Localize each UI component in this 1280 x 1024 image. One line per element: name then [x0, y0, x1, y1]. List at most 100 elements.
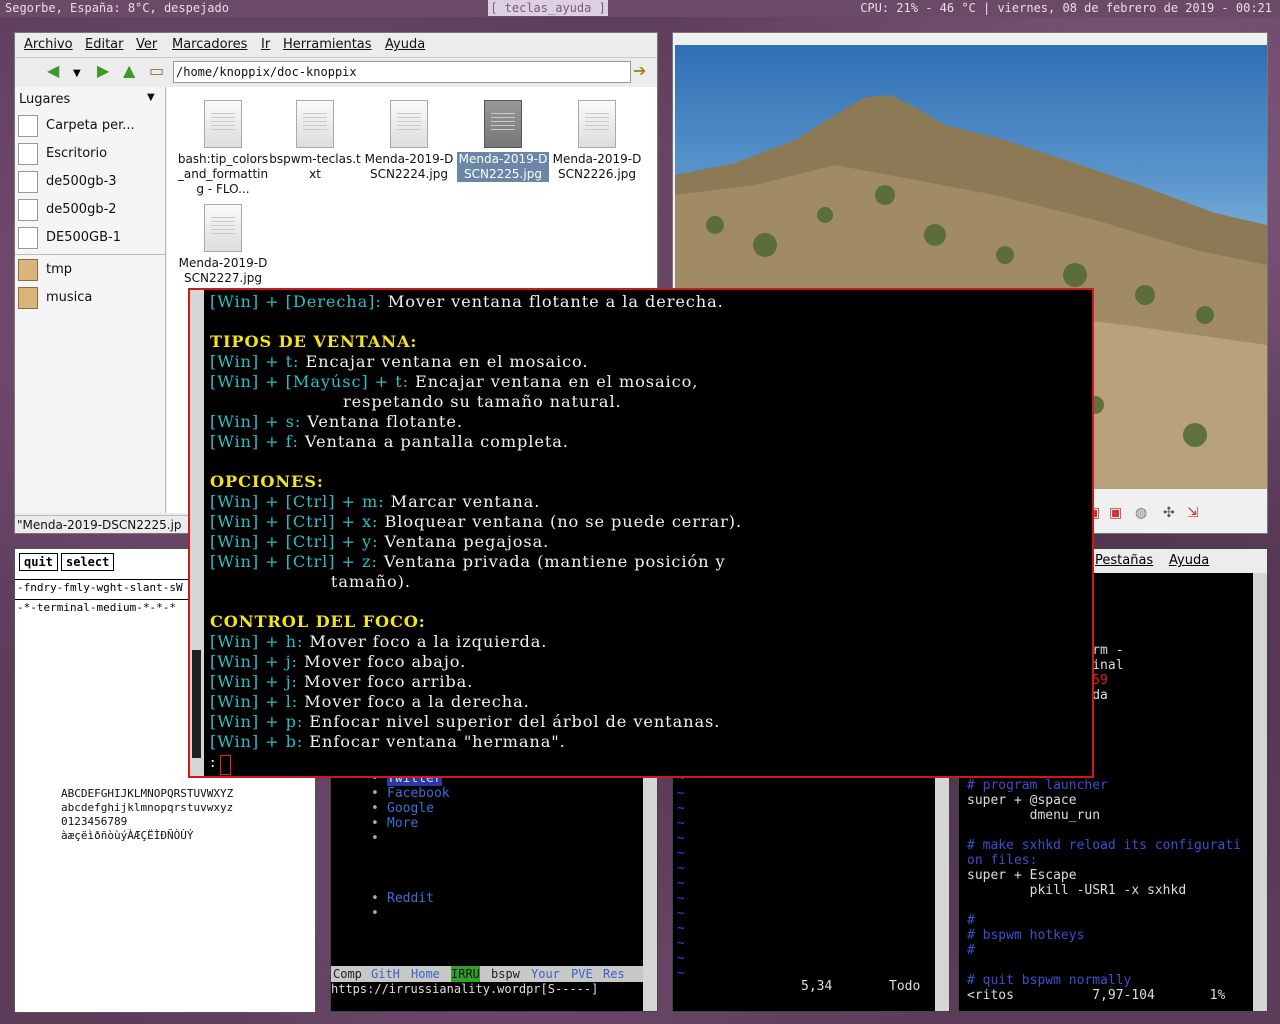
document-icon: [484, 100, 522, 148]
tools-icon[interactable]: ✣: [1163, 505, 1175, 521]
menu-ayuda[interactable]: Ayuda: [385, 37, 425, 52]
link-reddit[interactable]: Reddit: [387, 891, 434, 906]
help-line: [Win] + [Ctrl] + y: Ventana pegajosa.: [210, 532, 549, 551]
status-bar: Segorbe, España: 8°C, despejado [ teclas…: [0, 0, 1280, 17]
empty-line-marker: ~: [677, 846, 685, 861]
go-icon[interactable]: ➔: [633, 63, 646, 79]
terminal-line: #: [967, 913, 975, 928]
help-line: [Win] + [Derecha]: Mover ventana flotant…: [210, 292, 724, 311]
places-header[interactable]: Lugares: [19, 92, 70, 107]
back-icon[interactable]: ◀: [47, 63, 59, 79]
tab-bspw[interactable]: bspw: [491, 966, 520, 982]
help-line: [Win] + [Ctrl] + z: Ventana privada (man…: [210, 552, 726, 571]
menu-ver[interactable]: Ver: [136, 37, 157, 52]
tab-res[interactable]: Res: [603, 966, 625, 982]
key-combo: [Win] + [Ctrl] + m:: [210, 492, 385, 511]
save-as-icon[interactable]: ▣: [1109, 505, 1122, 521]
file-item-selected[interactable]: Menda-2019-DSCN2225.jpg: [457, 93, 549, 182]
chevron-down-icon[interactable]: ▼: [147, 92, 155, 103]
document-icon: [204, 100, 242, 148]
help-line: TIPOS DE VENTANA:: [210, 332, 417, 351]
help-line: [Win] + t: Encajar ventana en el mosaico…: [210, 352, 588, 371]
tab-pve[interactable]: PVE: [571, 966, 593, 982]
active-window-title[interactable]: [ teclas_ayuda ]: [488, 0, 608, 16]
empty-line-marker: ~: [677, 831, 685, 846]
document-icon: [296, 100, 334, 148]
sample-line: abcdefghijklmnopqrstuvwxyz: [61, 801, 234, 814]
back-history-icon[interactable]: ▼: [73, 66, 81, 82]
key-description: Ventana a pantalla completa.: [298, 432, 569, 451]
folder-icon[interactable]: ▭: [149, 63, 164, 79]
file-item[interactable]: Menda-2019-DSCN2224.jpg: [363, 93, 455, 182]
link-facebook[interactable]: Facebook: [387, 786, 450, 801]
text-cursor: [220, 755, 231, 775]
key-description: Ventana flotante.: [301, 412, 463, 431]
sidebar-item-de500gb-3[interactable]: de500gb-3: [18, 169, 117, 195]
sidebar-item-de500gb-2[interactable]: de500gb-2: [18, 197, 117, 223]
sidebar-item-desktop[interactable]: Escritorio: [18, 141, 107, 167]
sidebar-item-tmp[interactable]: tmp: [18, 257, 72, 283]
quit-button[interactable]: quit: [19, 553, 58, 571]
up-icon[interactable]: ▲: [123, 63, 135, 79]
help-line: :: [210, 752, 216, 771]
text-browser-window: • Twitter • Facebook • Google • More • •…: [330, 770, 658, 1012]
help-terminal-window[interactable]: [Win] + [Derecha]: Mover ventana flotant…: [188, 288, 1094, 778]
scrollbar[interactable]: [190, 290, 204, 776]
file-item[interactable]: bspwm-teclas.txt: [269, 93, 361, 182]
empty-line-marker: ~: [677, 951, 685, 966]
scrollbar[interactable]: [935, 771, 949, 1011]
file-item[interactable]: Menda-2019-DSCN2226.jpg: [551, 93, 643, 182]
menu-herramientas[interactable]: Herramientas: [283, 37, 372, 52]
sidebar-item-musica[interactable]: musica: [18, 285, 92, 311]
menu-archivo[interactable]: Archivo: [24, 37, 73, 52]
menu-pestanas[interactable]: Pestañas: [1095, 549, 1153, 573]
file-item[interactable]: Menda-2019-DSCN2227.jpg: [177, 197, 269, 286]
select-button[interactable]: select: [61, 553, 115, 571]
menu-marcadores[interactable]: Marcadores: [172, 37, 247, 52]
key-description: Enfocar ventana "hermana".: [303, 732, 566, 751]
key-description: Ventana pegajosa.: [378, 532, 550, 551]
tab-your[interactable]: Your: [531, 966, 560, 982]
sample-line: 0123456789: [61, 815, 128, 828]
tab-comp[interactable]: Comp: [333, 966, 362, 982]
tab-home[interactable]: Home: [411, 966, 440, 982]
scroll-position: Todo: [889, 979, 921, 994]
empty-line-marker: ~: [677, 801, 685, 816]
help-line: [Win] + p: Enfocar nivel superior del ár…: [210, 712, 720, 731]
tab-github[interactable]: GitH: [371, 966, 400, 982]
menu-ayuda[interactable]: Ayuda: [1169, 549, 1209, 573]
menu-ir[interactable]: Ir: [261, 37, 270, 52]
key-combo: [Win] + h:: [210, 632, 304, 651]
empty-line-marker: ~: [677, 816, 685, 831]
scrollbar[interactable]: [1253, 573, 1267, 1011]
terminal-line: super + @space: [967, 793, 1077, 808]
scrollbar[interactable]: [643, 771, 657, 1011]
weather-text: Segorbe, España: 8°C, despejado: [5, 1, 229, 15]
link-google[interactable]: Google: [387, 801, 434, 816]
bullet: •: [371, 786, 379, 801]
tab-irru[interactable]: IRRU: [451, 966, 480, 982]
scrollbar-thumb[interactable]: [192, 650, 201, 758]
forward-icon[interactable]: ▶: [97, 63, 109, 79]
link-more[interactable]: More: [387, 816, 418, 831]
sidebar-divider: [15, 254, 165, 255]
address-field[interactable]: /home/knoppix/doc-knoppix: [173, 61, 631, 83]
cursor-position: 5,34: [801, 979, 833, 994]
terminal-line: on files:: [967, 853, 1038, 868]
help-line: [Win] + [Mayúsc] + t: Encajar ventana en…: [210, 372, 698, 391]
exit-icon[interactable]: ⇲: [1187, 505, 1199, 521]
sidebar-item-de500gb-1[interactable]: DE500GB-1: [18, 225, 121, 251]
menu-editar[interactable]: Editar: [85, 37, 124, 52]
help-line: respetando su tamaño natural.: [210, 392, 622, 411]
browser-url: https://irrussianality.wordpr[S-----]: [331, 982, 599, 996]
trash-icon[interactable]: ◍: [1135, 505, 1147, 521]
file-item[interactable]: bash:tip_colors_and_formatting - FLO...: [177, 93, 269, 197]
empty-line-marker: ~: [677, 906, 685, 921]
key-combo: [Win] + b:: [210, 732, 304, 751]
key-description: Mover ventana flotante a la derecha.: [381, 292, 724, 311]
terminal-line: # quit bspwm normally: [967, 973, 1132, 988]
help-line: [Win] + l: Mover foco a la derecha.: [210, 692, 530, 711]
sidebar-item-home[interactable]: Carpeta per...: [18, 113, 135, 139]
empty-line-marker: ~: [677, 786, 685, 801]
empty-line-marker: ~: [677, 891, 685, 906]
